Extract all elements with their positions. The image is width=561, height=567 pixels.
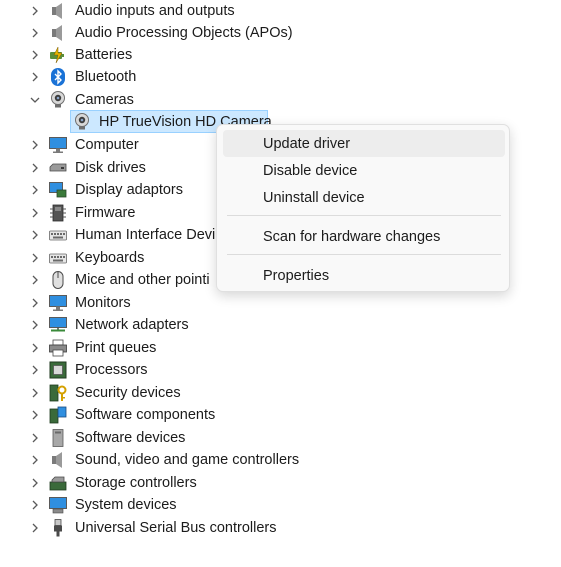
tree-item-label: System devices xyxy=(75,497,177,513)
chevron-down-icon[interactable] xyxy=(28,93,42,107)
tree-item-label: Firmware xyxy=(75,205,136,221)
chevron-right-icon[interactable] xyxy=(28,251,42,265)
chevron-right-icon[interactable] xyxy=(28,206,42,220)
keyboard-icon xyxy=(49,226,67,244)
menu-item-update-driver[interactable]: Update driver xyxy=(223,130,505,157)
tree-item-label: Processors xyxy=(75,362,148,378)
printer-icon xyxy=(49,339,67,357)
tree-item-label: Computer xyxy=(75,137,139,153)
tree-item-label: Bluetooth xyxy=(75,69,137,85)
display-adapter-icon xyxy=(49,181,67,199)
context-menu: Update driver Disable device Uninstall d… xyxy=(216,124,510,292)
menu-item-label: Scan for hardware changes xyxy=(263,228,441,245)
tree-item-label: Network adapters xyxy=(75,317,189,333)
chevron-right-icon[interactable] xyxy=(28,296,42,310)
processor-icon xyxy=(49,361,67,379)
system-device-icon xyxy=(49,496,67,514)
chevron-right-icon[interactable] xyxy=(28,70,42,84)
menu-separator xyxy=(227,215,501,216)
camera-icon xyxy=(73,113,91,131)
camera-icon xyxy=(49,91,67,109)
chevron-right-icon[interactable] xyxy=(28,453,42,467)
tree-item-label: Software components xyxy=(75,407,216,423)
menu-item-label: Uninstall device xyxy=(263,189,365,206)
menu-item-uninstall-device[interactable]: Uninstall device xyxy=(223,184,505,211)
chevron-right-icon[interactable] xyxy=(28,476,42,490)
software-component-icon xyxy=(49,406,67,424)
network-icon xyxy=(49,316,67,334)
keyboard-icon xyxy=(49,249,67,267)
chevron-right-icon[interactable] xyxy=(28,161,42,175)
menu-separator xyxy=(227,254,501,255)
security-key-icon xyxy=(49,384,67,402)
tree-item-label: Disk drives xyxy=(75,160,146,176)
tree-item-label: Security devices xyxy=(75,385,181,401)
chevron-right-icon[interactable] xyxy=(28,363,42,377)
storage-controller-icon xyxy=(49,474,67,492)
chevron-right-icon[interactable] xyxy=(28,228,42,242)
speaker-icon xyxy=(49,2,67,20)
menu-item-label: Properties xyxy=(263,267,330,284)
bluetooth-icon xyxy=(49,68,67,86)
menu-item-disable-device[interactable]: Disable device xyxy=(223,157,505,184)
chevron-right-icon[interactable] xyxy=(28,408,42,422)
chevron-right-icon[interactable] xyxy=(28,498,42,512)
tree-item-label: Universal Serial Bus controllers xyxy=(75,520,277,536)
tree-item-label: Software devices xyxy=(75,430,186,446)
firmware-icon xyxy=(49,204,67,222)
software-device-icon xyxy=(49,429,67,447)
chevron-right-icon[interactable] xyxy=(28,386,42,400)
chevron-right-icon[interactable] xyxy=(28,318,42,332)
chevron-right-icon[interactable] xyxy=(28,4,42,18)
tree-item-label: Audio inputs and outputs xyxy=(75,3,235,19)
monitor-icon xyxy=(49,136,67,154)
menu-item-scan-hardware-changes[interactable]: Scan for hardware changes xyxy=(223,223,505,250)
tree-item-label: Storage controllers xyxy=(75,475,197,491)
speaker-icon xyxy=(49,24,67,42)
tree-item-label: Cameras xyxy=(75,92,134,108)
battery-icon xyxy=(49,46,67,64)
tree-item-label: Print queues xyxy=(75,340,157,356)
tree-item-label: Mice and other pointi xyxy=(75,272,210,288)
tree-item-label: Display adaptors xyxy=(75,182,183,198)
tree-item-label: Batteries xyxy=(75,47,133,63)
chevron-right-icon[interactable] xyxy=(28,26,42,40)
tree-item-label: Keyboards xyxy=(75,250,145,266)
chevron-right-icon[interactable] xyxy=(28,431,42,445)
disk-drive-icon xyxy=(49,159,67,177)
speaker-icon xyxy=(49,451,67,469)
tree-item-label: Audio Processing Objects (APOs) xyxy=(75,25,293,41)
menu-item-properties[interactable]: Properties xyxy=(223,262,505,289)
menu-item-label: Disable device xyxy=(263,162,358,179)
chevron-right-icon[interactable] xyxy=(28,521,42,535)
chevron-right-icon[interactable] xyxy=(28,183,42,197)
tree-item-label: Monitors xyxy=(75,295,131,311)
mouse-icon xyxy=(49,271,67,289)
chevron-right-icon[interactable] xyxy=(28,138,42,152)
monitor-icon xyxy=(49,294,67,312)
tree-item-label: Human Interface Devi xyxy=(75,227,216,243)
chevron-right-icon[interactable] xyxy=(28,48,42,62)
chevron-right-icon[interactable] xyxy=(28,341,42,355)
usb-icon xyxy=(49,519,67,537)
menu-item-label: Update driver xyxy=(263,135,351,152)
chevron-right-icon[interactable] xyxy=(28,273,42,287)
tree-item-label: Sound, video and game controllers xyxy=(75,452,300,468)
